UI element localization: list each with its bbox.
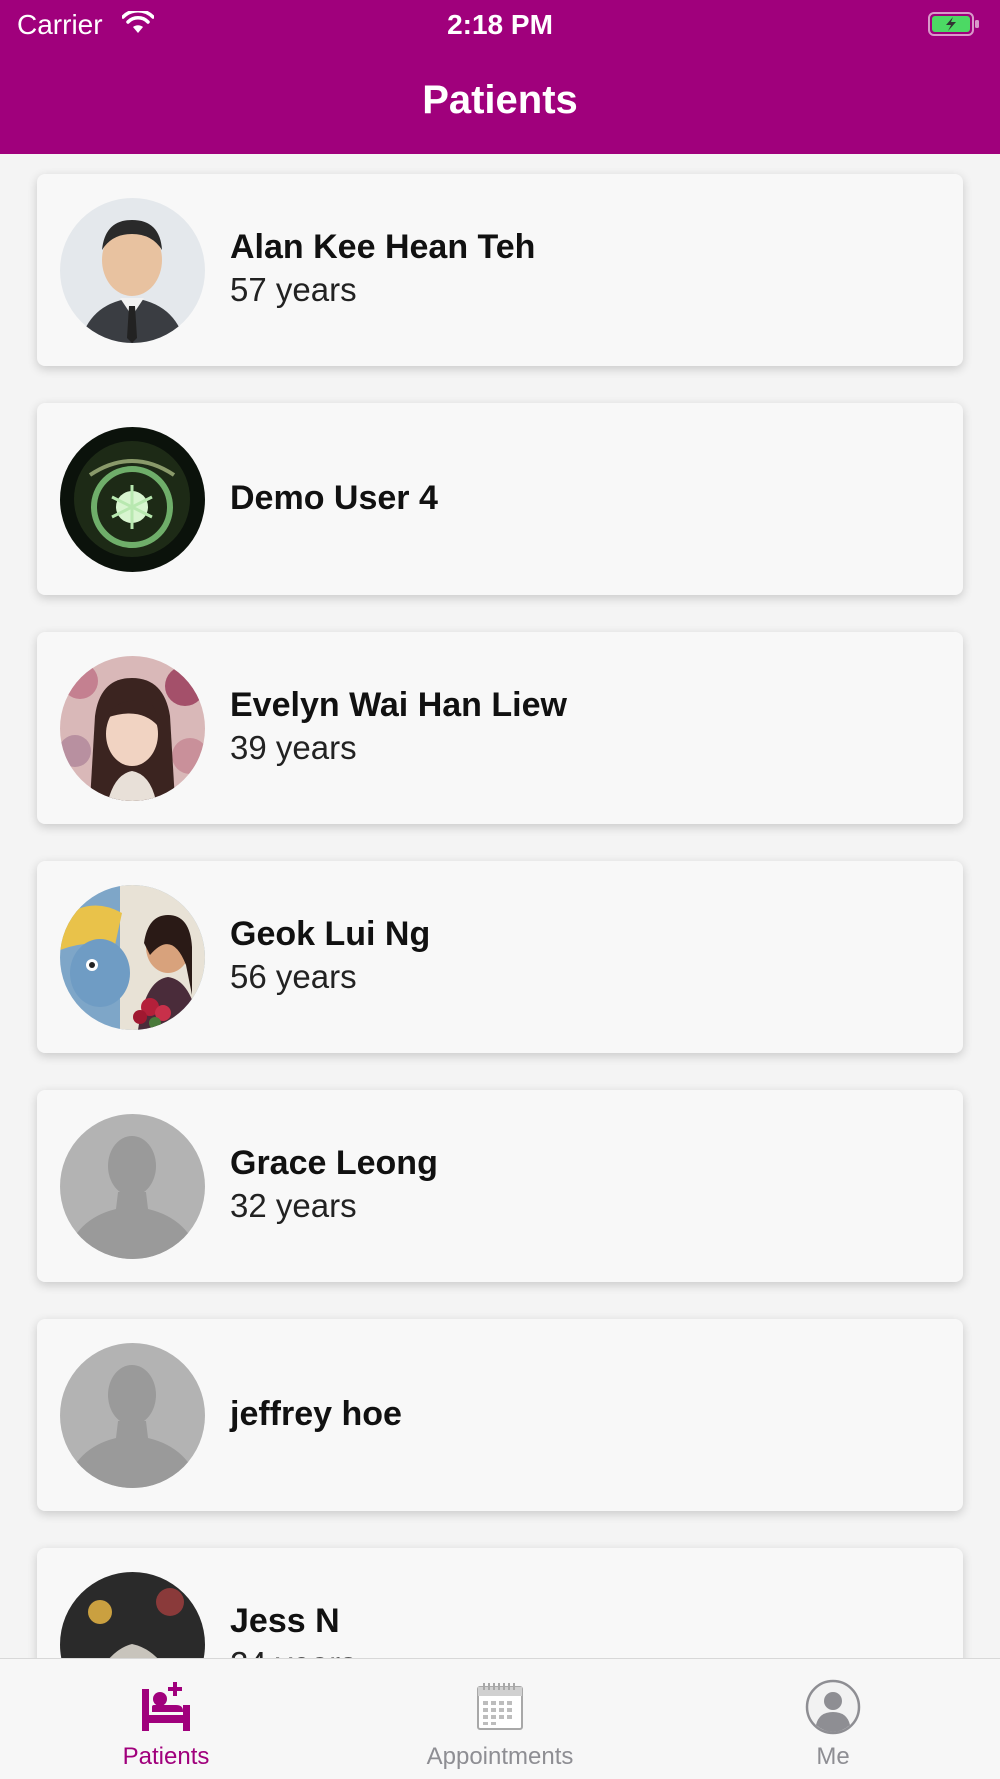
patient-name: jeffrey hoe [230,1395,402,1433]
patient-list[interactable]: Alan Kee Hean Teh 57 years Demo User 4 E… [0,154,1000,1658]
tab-label: Patients [122,1743,210,1770]
default-avatar-icon [60,1114,205,1259]
patient-age: 24 years [230,1645,357,1658]
calendar-icon [472,1679,528,1735]
patient-age: 56 years [230,958,357,995]
patient-name: Demo User 4 [230,479,438,517]
patient-age: 39 years [230,729,357,766]
patient-avatar [60,656,205,801]
tab-label: Appointments [426,1743,574,1770]
patient-age: 57 years [230,271,357,308]
default-avatar-icon [60,1343,205,1488]
patient-name: Evelyn Wai Han Liew [230,686,567,724]
patient-card[interactable]: jeffrey hoe [37,1319,963,1511]
battery-charging-icon [928,12,980,36]
patient-card[interactable]: Alan Kee Hean Teh 57 years [37,174,963,366]
patient-name: Geok Lui Ng [230,915,431,953]
patient-card[interactable]: Geok Lui Ng 56 years [37,861,963,1053]
patient-age: 32 years [230,1187,357,1224]
patient-card[interactable]: Demo User 4 [37,403,963,595]
user-circle-icon [805,1679,861,1735]
patient-avatar [60,198,205,343]
patient-card[interactable]: Grace Leong 32 years [37,1090,963,1282]
tab-appointments[interactable]: Appointments [380,1659,620,1779]
patient-avatar [60,427,205,572]
patient-avatar [60,885,205,1030]
status-time: 2:18 PM [447,9,553,40]
patient-card[interactable]: Jess N 24 years [37,1548,963,1658]
app-header: Carrier 2:18 PM Patients [0,0,1000,154]
tab-label: Me [816,1743,850,1770]
page-title: Patients [422,78,578,122]
patient-card[interactable]: Evelyn Wai Han Liew 39 years [37,632,963,824]
tab-me[interactable]: Me [713,1659,953,1779]
patient-name: Grace Leong [230,1144,438,1182]
patient-name: Alan Kee Hean Teh [230,228,536,266]
tab-bar: Patients Appointments Me [0,1658,1000,1779]
tab-patients[interactable]: Patients [46,1659,286,1779]
patient-name: Jess N [230,1602,340,1640]
patient-avatar [60,1572,205,1658]
hospital-bed-icon [138,1679,194,1735]
status-bar: Carrier 2:18 PM [0,0,1000,50]
